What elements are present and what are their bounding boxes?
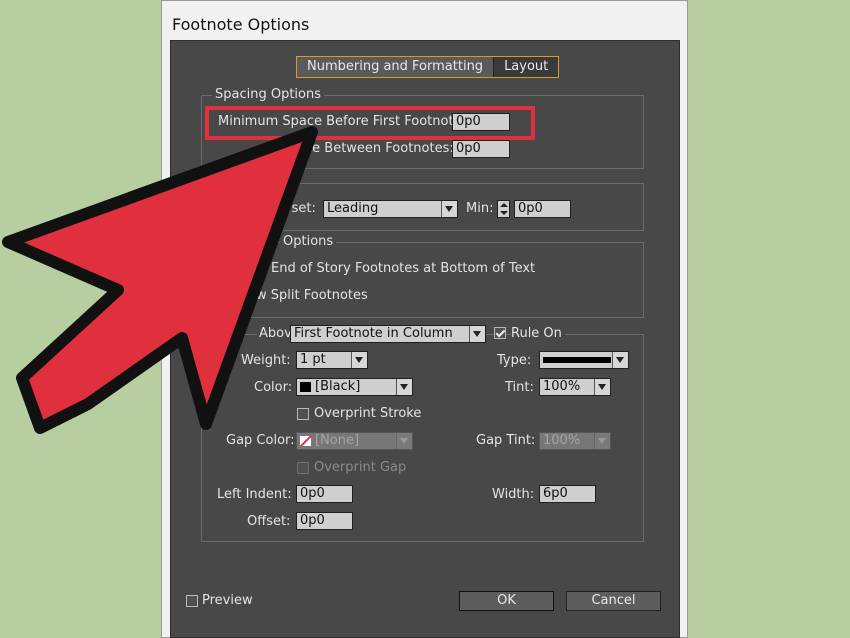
- pointer-arrow-icon: [2, 126, 318, 434]
